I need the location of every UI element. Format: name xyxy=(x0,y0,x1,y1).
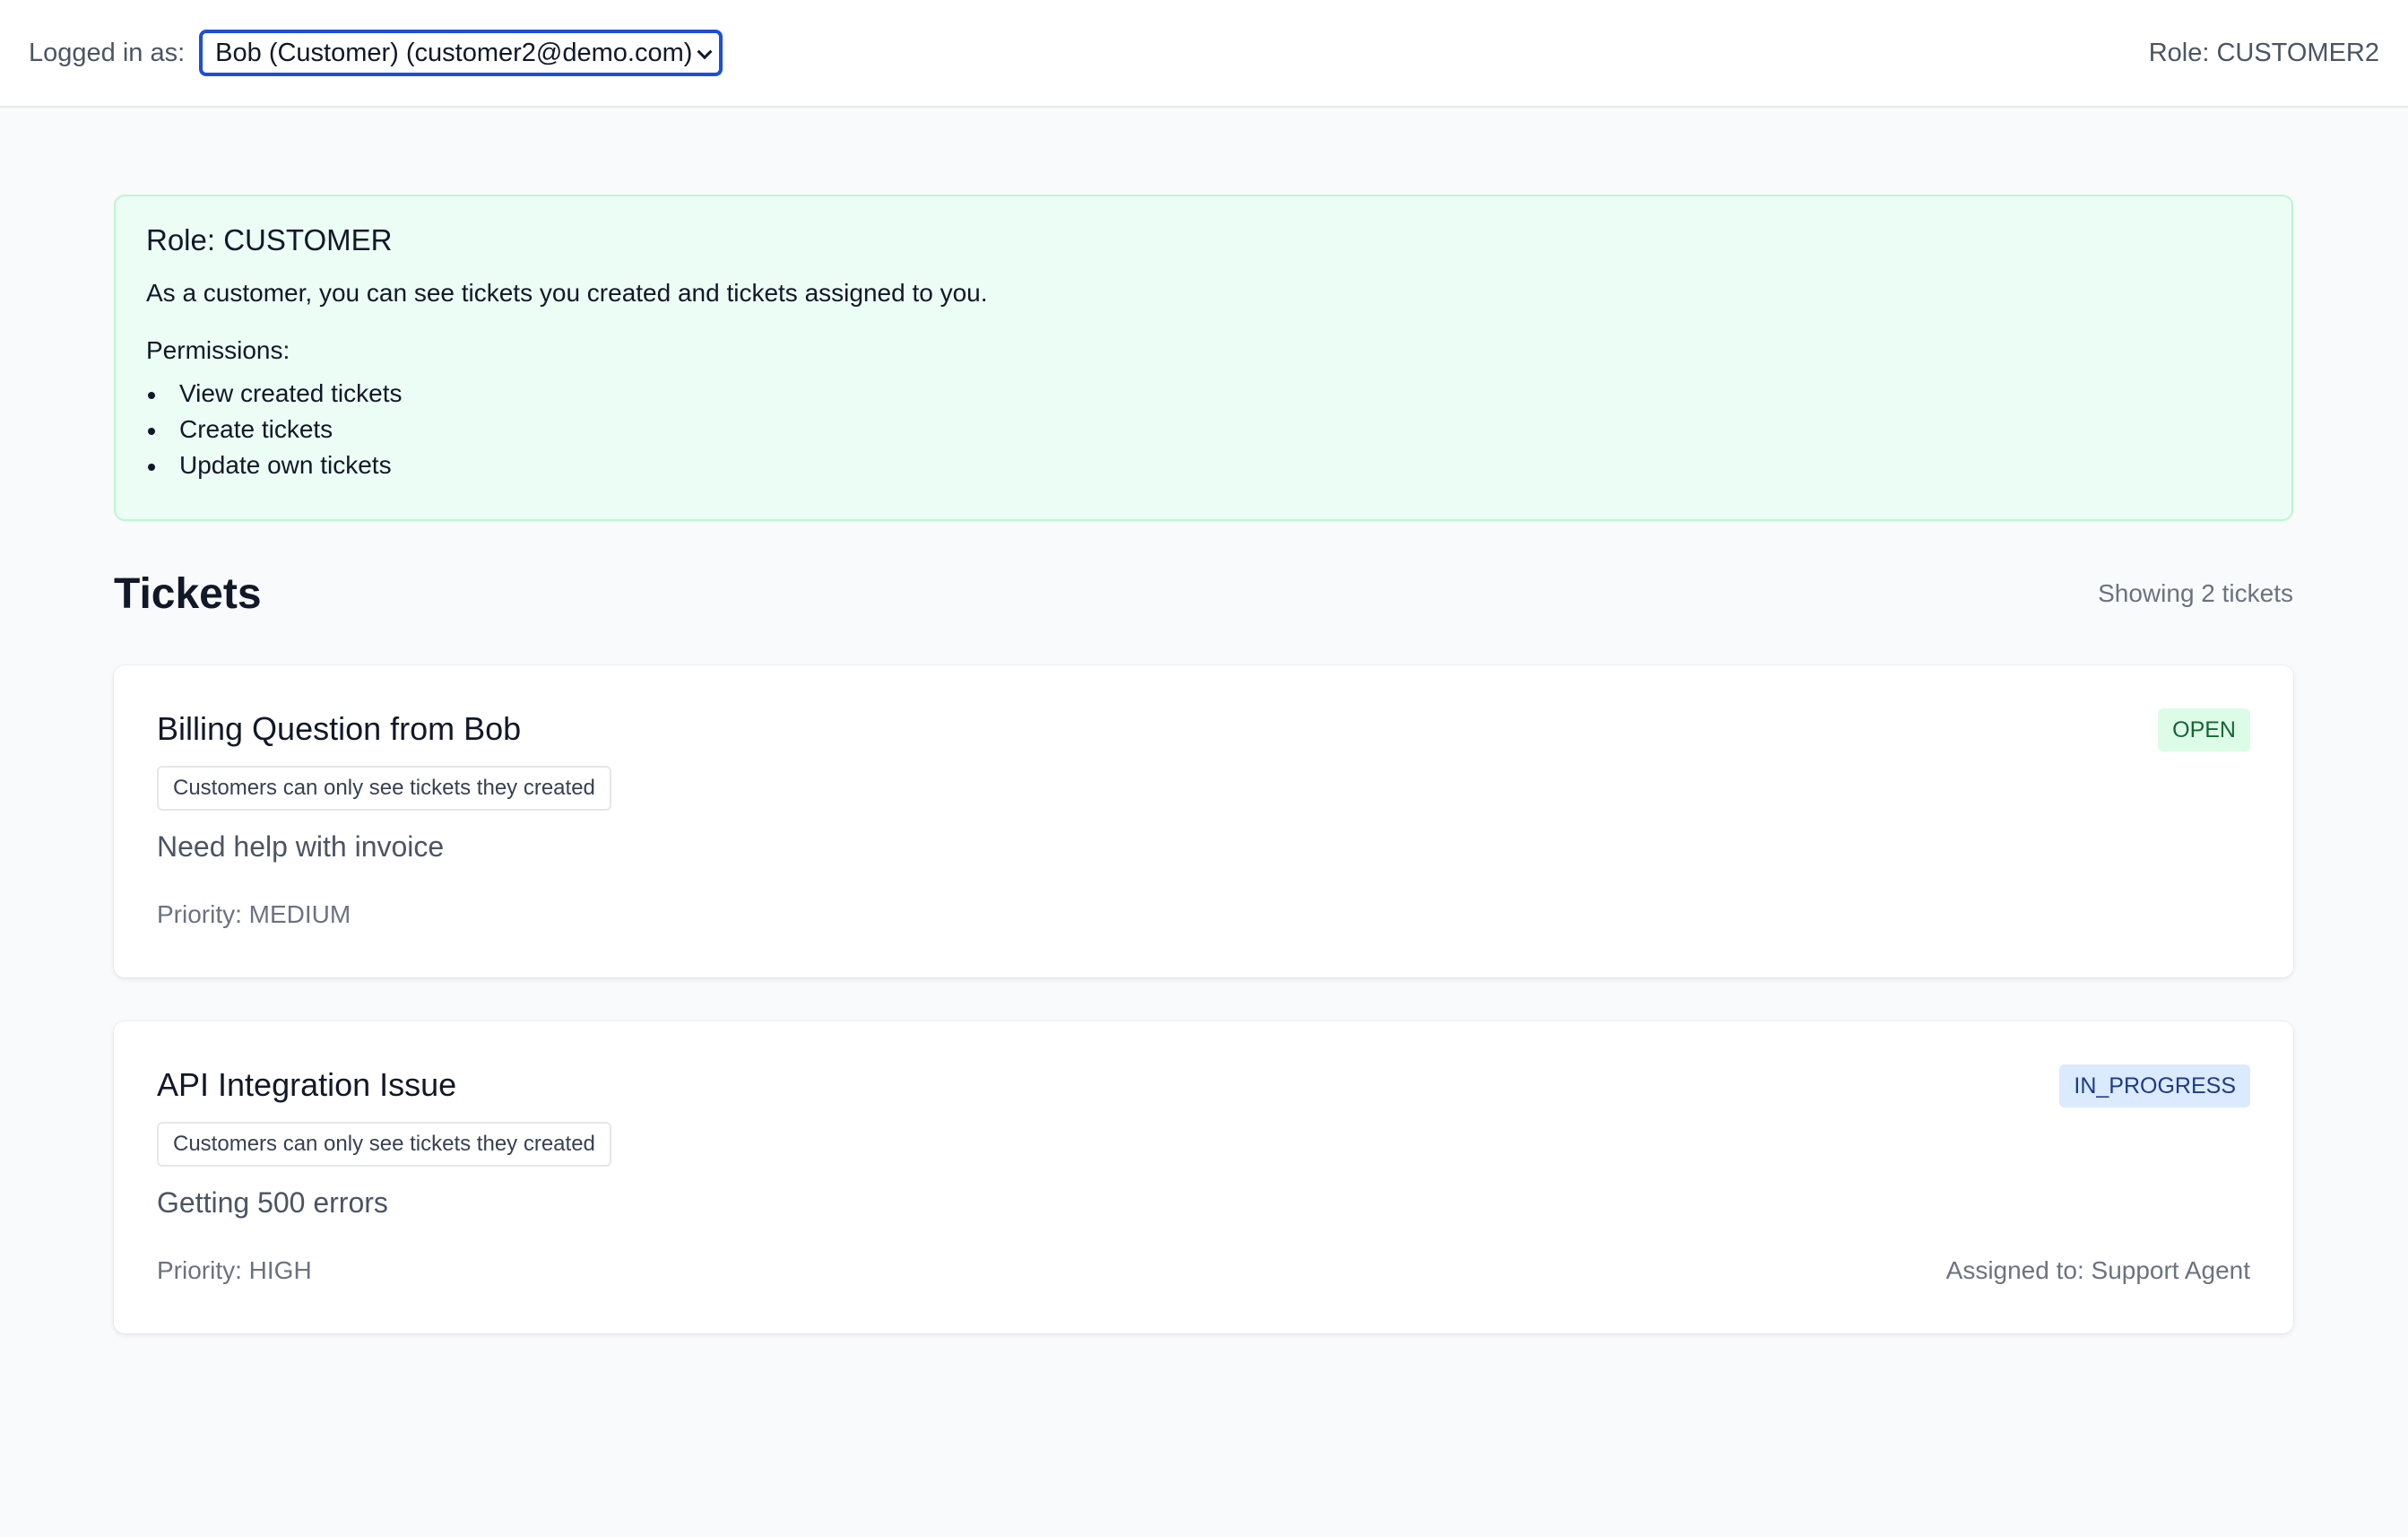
role-info-card: Role: CUSTOMER As a customer, you can se… xyxy=(114,195,2293,521)
permissions-label: Permissions: xyxy=(146,336,290,364)
ticket-title: API Integration Issue xyxy=(157,1066,457,1103)
top-bar: Logged in as: Bob (Customer) (customer2@… xyxy=(0,0,2408,108)
ticket-card[interactable]: API Integration Issue Customers can only… xyxy=(114,1021,2293,1333)
chevron-down-icon xyxy=(697,44,713,60)
ticket-title: Billing Question from Bob xyxy=(157,710,522,747)
visibility-note: Customers can only see tickets they crea… xyxy=(157,1122,611,1167)
permission-item: View created tickets xyxy=(146,376,2261,412)
ticket-description: Need help with invoice xyxy=(157,830,445,863)
user-select[interactable]: Bob (Customer) (customer2@demo.com) xyxy=(199,30,723,76)
current-role-label: Role: CUSTOMER2 xyxy=(2148,38,2379,67)
ticket-assignee: Assigned to: Support Agent xyxy=(1945,1256,2250,1284)
permissions-list: View created tickets Create tickets Upda… xyxy=(146,376,2261,483)
ticket-priority: Priority: HIGH xyxy=(157,1256,312,1284)
status-badge: OPEN xyxy=(2158,708,2250,751)
tickets-count: Showing 2 tickets xyxy=(2098,579,2293,607)
status-badge: IN_PROGRESS xyxy=(2059,1064,2250,1107)
visibility-note: Customers can only see tickets they crea… xyxy=(157,766,611,811)
ticket-card[interactable]: Billing Question from Bob Customers can … xyxy=(114,665,2293,977)
ticket-description: Getting 500 errors xyxy=(157,1186,388,1219)
tickets-header: Tickets Showing 2 tickets xyxy=(114,567,2293,621)
logged-in-label: Logged in as: xyxy=(29,38,186,67)
role-title: Role: CUSTOMER xyxy=(146,223,393,256)
ticket-priority: Priority: MEDIUM xyxy=(157,900,351,928)
user-select-value: Bob (Customer) (customer2@demo.com) xyxy=(215,38,693,67)
tickets-title: Tickets xyxy=(114,569,262,618)
permission-item: Create tickets xyxy=(146,412,2261,447)
permission-item: Update own tickets xyxy=(146,447,2261,483)
role-description: As a customer, you can see tickets you c… xyxy=(146,279,988,307)
